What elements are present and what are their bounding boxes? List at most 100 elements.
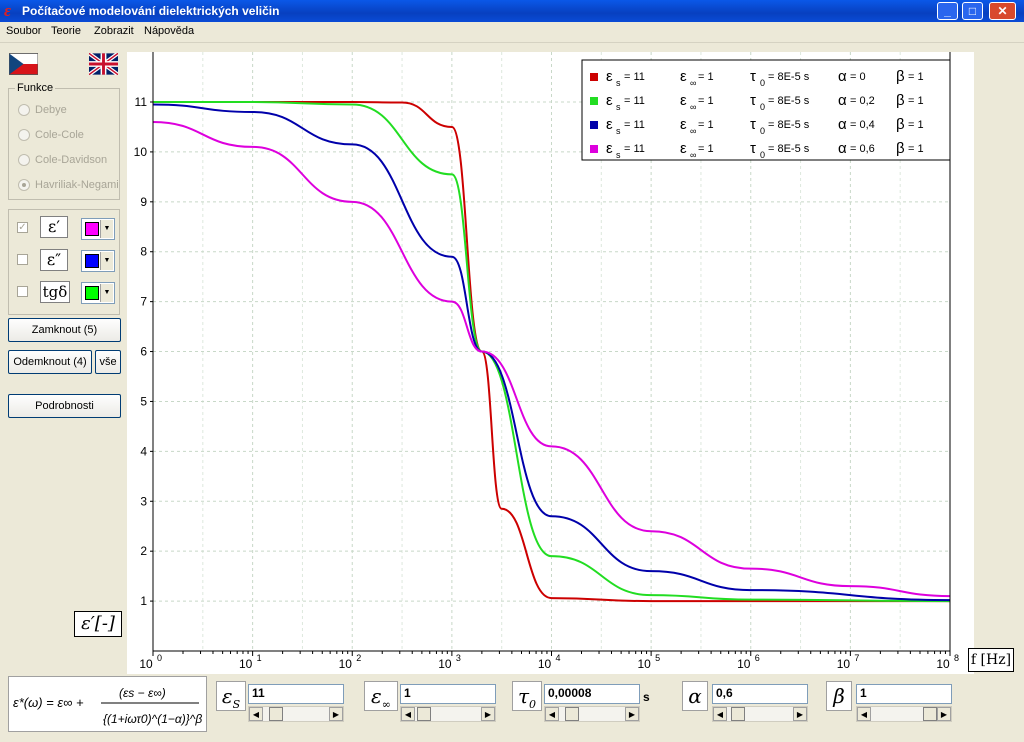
details-button[interactable]: Podrobnosti — [8, 394, 121, 418]
lock-button[interactable]: Zamknout (5) — [8, 318, 121, 342]
scroll-left-icon[interactable]: ◀ — [249, 707, 263, 721]
param-label-einf: ε∞ — [364, 681, 398, 711]
x-tick-exponent: 2 — [356, 653, 361, 663]
radio-dot-selected — [18, 179, 30, 191]
dropdown-arrow-icon[interactable]: ▼ — [100, 252, 113, 270]
app-icon: ε — [4, 1, 11, 20]
param-input-beta[interactable]: 1 — [856, 684, 952, 704]
legend-symbol: α — [838, 116, 847, 133]
dropdown-arrow-icon[interactable]: ▼ — [100, 284, 113, 302]
checkbox-eps-double-prime[interactable] — [17, 254, 28, 265]
color-picker-eps-prime[interactable]: ▼ — [81, 218, 115, 240]
color-picker-eps-double-prime[interactable]: ▼ — [81, 250, 115, 272]
y-tick-label: 6 — [140, 345, 147, 359]
radio-debye[interactable]: Debye — [18, 104, 67, 116]
formula-box: ε*(ω) = ε∞ + (εs − ε∞) {(1+iωτ0)^(1−α)}^… — [8, 676, 207, 732]
scroll-right-icon[interactable]: ▶ — [481, 707, 495, 721]
slider-thumb[interactable] — [731, 707, 745, 721]
menu-soubor[interactable]: Soubor — [6, 25, 41, 37]
dropdown-arrow-icon[interactable]: ▼ — [100, 220, 113, 238]
param-symbol: ε — [371, 684, 382, 708]
param-slider-einf[interactable]: ◀ ▶ — [400, 706, 496, 722]
legend-symbol: ε — [680, 68, 687, 85]
param-input-alpha[interactable]: 0,6 — [712, 684, 808, 704]
y-unit-label: ε′[-] — [74, 611, 122, 637]
scroll-left-icon[interactable]: ◀ — [545, 707, 559, 721]
tau-unit: s — [643, 690, 650, 704]
legend-value: = 1 — [698, 119, 714, 131]
x-tick-exponent: 0 — [157, 653, 162, 663]
legend-symbol: ε — [680, 116, 687, 133]
scroll-right-icon[interactable]: ▶ — [937, 707, 951, 721]
unlock-button[interactable]: Odemknout (4) — [8, 350, 92, 374]
scroll-left-icon[interactable]: ◀ — [857, 707, 871, 721]
legend-subscript: s — [616, 102, 621, 112]
svg-text:ε*(ω) = ε∞ +: ε*(ω) = ε∞ + — [13, 695, 84, 710]
radio-cole-cole[interactable]: Cole-Cole — [18, 129, 84, 141]
legend-symbol: α — [838, 140, 847, 157]
maximize-button[interactable]: □ — [962, 2, 983, 20]
scroll-right-icon[interactable]: ▶ — [793, 707, 807, 721]
legend-value: = 0,6 — [850, 143, 875, 155]
y-tick-label: 3 — [140, 494, 147, 508]
radio-cole-davidson[interactable]: Cole-Davidson — [18, 154, 107, 166]
legend-symbol: α — [838, 92, 847, 109]
y-tick-label: 9 — [140, 195, 147, 209]
legend-value: = 1 — [698, 71, 714, 83]
legend-symbol: ε — [680, 92, 687, 109]
menu-teorie[interactable]: Teorie — [51, 25, 81, 37]
scroll-left-icon[interactable]: ◀ — [713, 707, 727, 721]
slider-thumb[interactable] — [565, 707, 579, 721]
minimize-button[interactable]: _ — [937, 2, 958, 20]
menu-zobrazit[interactable]: Zobrazit — [94, 25, 134, 37]
scroll-right-icon[interactable]: ▶ — [329, 707, 343, 721]
x-tick-label: 10 — [339, 657, 353, 671]
havriliak-negami-formula: ε*(ω) = ε∞ + (εs − ε∞) {(1+iωτ0)^(1−α)}^… — [13, 686, 202, 726]
legend-subscript: 0 — [760, 102, 765, 112]
radio-havriliak-negami[interactable]: Havriliak-Negami — [18, 179, 119, 191]
y-tick-label: 1 — [140, 594, 147, 608]
param-input-tau[interactable]: 0,00008 — [544, 684, 640, 704]
chart-svg: 123456789101110 0 10 1 10 2 10 3 10 4 10 5 10 6 10 7 10 8… — [134, 52, 959, 671]
y-tick-label: 11 — [135, 95, 148, 109]
czech-flag-icon[interactable] — [9, 53, 38, 75]
legend-symbol: β — [896, 68, 905, 85]
param-input-einf[interactable]: 1 — [400, 684, 496, 704]
slider-thumb[interactable] — [923, 707, 937, 721]
legend-symbol: β — [896, 140, 905, 157]
checkbox-eps-prime[interactable]: ✓ — [17, 222, 28, 233]
legend: ε s = 11 ε ∞ = 1 τ 0 = 8E-5 s α = 0 β = 1ε s = 11 ε ∞ = 1… — [581, 59, 951, 161]
param-slider-beta[interactable]: ◀ ▶ — [856, 706, 952, 722]
legend-symbol: ε — [606, 116, 613, 133]
legend-value: = 1 — [908, 71, 924, 83]
color-swatch — [85, 286, 99, 300]
chart-area: 1 2 3 4 5 6 7 8 9 10 11 10 0 10 1 10 2 10 3 10 4 10 5 10 6 10 7 10 8… — [127, 52, 974, 674]
x-tick-label: 10 — [239, 657, 253, 671]
legend-symbol: α — [838, 68, 847, 85]
unlock-all-button[interactable]: vše — [95, 350, 121, 374]
color-picker-tg-delta[interactable]: ▼ — [81, 282, 115, 304]
param-slider-es[interactable]: ◀ ▶ — [248, 706, 344, 722]
legend-subscript: 0 — [760, 78, 765, 88]
legend-symbol: ε — [606, 68, 613, 85]
color-swatch — [85, 254, 99, 268]
param-symbol: β — [833, 684, 845, 708]
svg-text:(εs − ε∞): (εs − ε∞) — [119, 686, 166, 700]
slider-thumb[interactable] — [417, 707, 431, 721]
legend-marker — [590, 145, 598, 153]
scroll-right-icon[interactable]: ▶ — [625, 707, 639, 721]
param-input-es[interactable]: 11 — [248, 684, 344, 704]
x-tick-exponent: 6 — [755, 653, 760, 663]
menu-napoveda[interactable]: Nápověda — [144, 25, 194, 37]
param-slider-tau[interactable]: ◀ ▶ — [544, 706, 640, 722]
close-button[interactable]: ✕ — [989, 2, 1016, 20]
param-slider-alpha[interactable]: ◀ ▶ — [712, 706, 808, 722]
legend-marker — [590, 73, 598, 81]
slider-thumb[interactable] — [269, 707, 283, 721]
x-tick-exponent: 5 — [655, 653, 660, 663]
checkbox-tg-delta[interactable] — [17, 286, 28, 297]
radio-label: Cole-Davidson — [35, 154, 108, 166]
uk-flag-icon[interactable] — [89, 53, 118, 75]
x-tick-label: 10 — [936, 657, 950, 671]
scroll-left-icon[interactable]: ◀ — [401, 707, 415, 721]
